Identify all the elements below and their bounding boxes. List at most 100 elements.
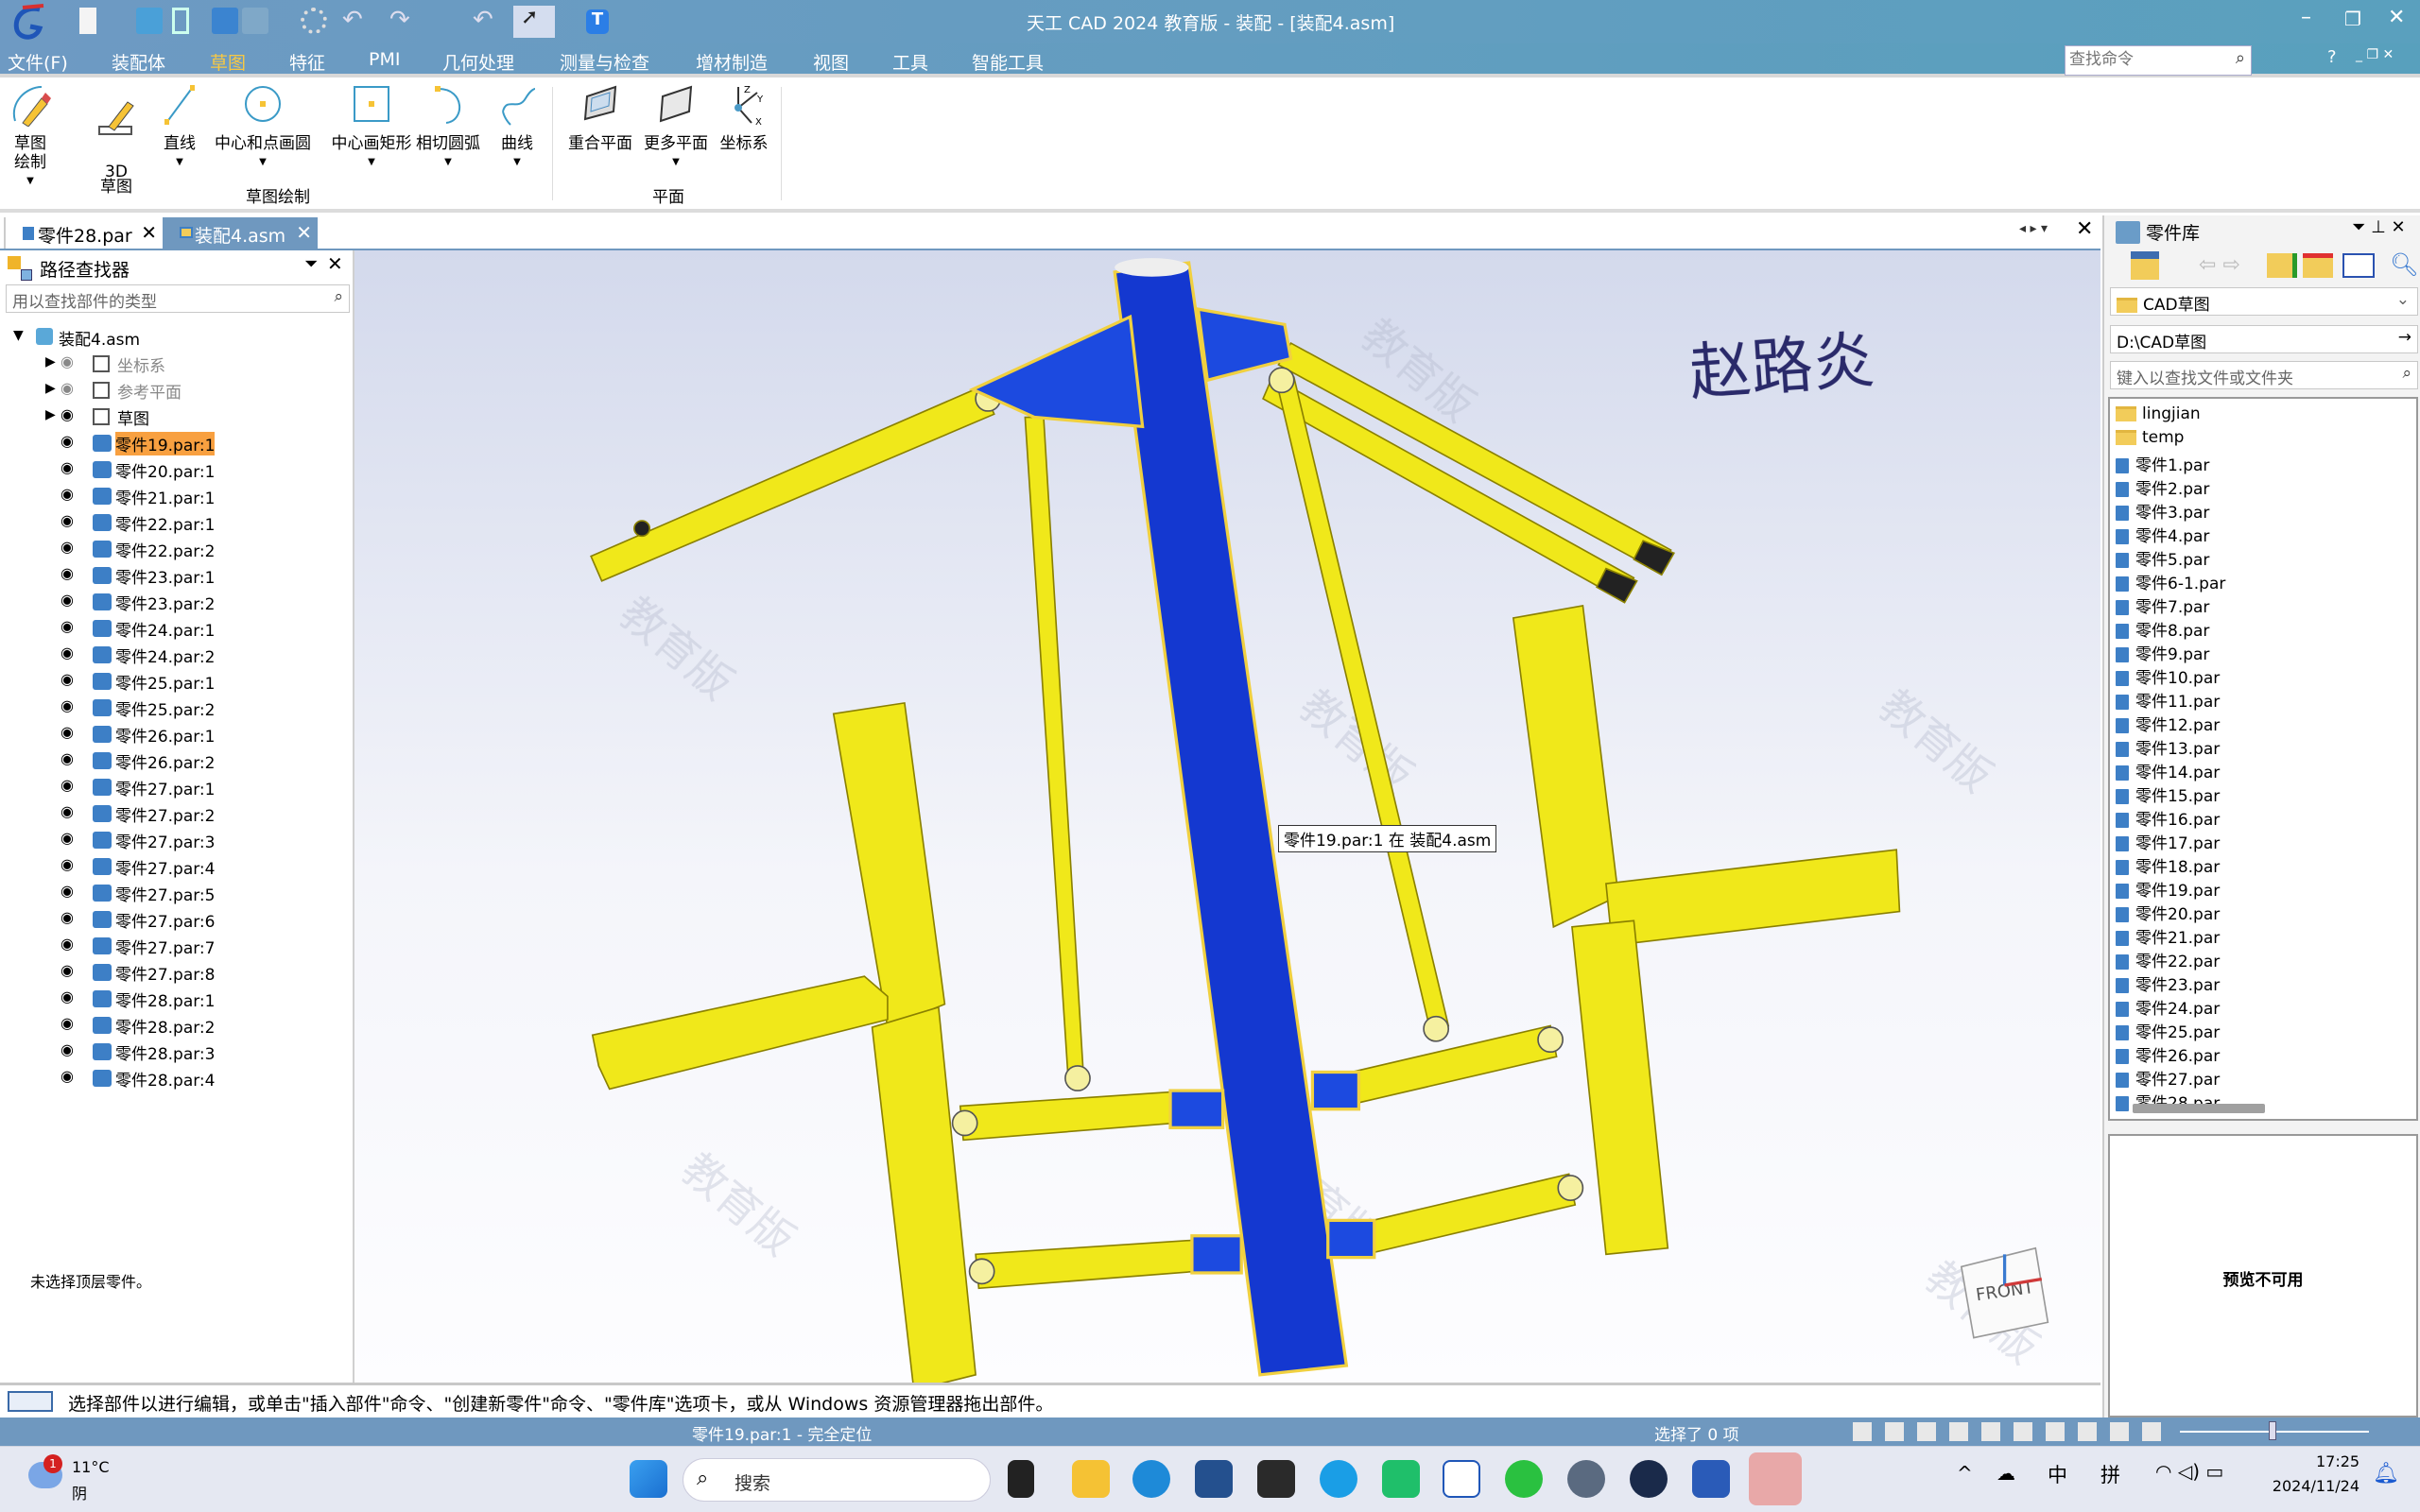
search-icon[interactable]: 🔍︎	[2390, 251, 2418, 278]
panel-options-icon[interactable]: ⏷ ⊥ ✕	[2352, 217, 2406, 237]
path-input[interactable]: D:\CAD草图 →	[2110, 325, 2418, 353]
search-icon[interactable]: ⌕	[334, 287, 343, 306]
library-file-item[interactable]: 零件10.par	[2116, 664, 2220, 688]
eye-icon[interactable]: ◉	[60, 935, 74, 953]
menu-geometry[interactable]: 几何处理	[442, 49, 514, 75]
library-file-item[interactable]: 零件5.par	[2116, 546, 2209, 570]
eye-icon[interactable]: ◉	[60, 1040, 74, 1058]
taskview-app-icon[interactable]	[1008, 1460, 1034, 1498]
app-icon[interactable]	[1257, 1460, 1295, 1498]
center-rectangle-button[interactable]: 中心画矩形 ▼	[320, 83, 424, 172]
3d-viewport[interactable]: 教育版 教育版 教育版 教育版 教育版 教育版 教育版	[354, 250, 2100, 1392]
library-file-item[interactable]: 零件1.par	[2116, 452, 2209, 475]
menu-file[interactable]: 文件(F)	[8, 49, 68, 75]
clamp[interactable]	[1168, 1089, 1225, 1129]
library-file-item[interactable]: 零件17.par	[2116, 830, 2220, 853]
3d-sketch-button[interactable]: 3D 草图	[93, 83, 140, 196]
word-icon[interactable]	[1692, 1460, 1730, 1498]
back-icon[interactable]: ↶	[473, 6, 493, 34]
eye-icon[interactable]: ◉	[60, 802, 74, 820]
menu-measure[interactable]: 测量与检查	[560, 49, 649, 75]
eye-icon[interactable]: ◉	[60, 1014, 74, 1032]
view-cube[interactable]: FRONT	[1960, 1246, 2049, 1339]
minimize-button[interactable]: –	[2301, 6, 2311, 29]
select-tool-icon[interactable]: ➚	[513, 6, 555, 38]
library-file-item[interactable]: 零件14.par	[2116, 759, 2220, 782]
expand-arrow-icon[interactable]: ▶	[45, 381, 56, 396]
eye-icon[interactable]: ◉	[60, 432, 74, 450]
hidden-eye-icon[interactable]: ◉	[60, 352, 74, 370]
clock-time[interactable]: 17:25	[2316, 1452, 2360, 1470]
eye-icon[interactable]: ◉	[60, 591, 74, 609]
left-post[interactable]	[871, 1005, 977, 1392]
search-icon[interactable]: ⌕	[2402, 364, 2411, 383]
store-icon[interactable]	[1195, 1460, 1233, 1498]
horizontal-scrollbar[interactable]	[2133, 1104, 2265, 1113]
library-file-item[interactable]: 零件16.par	[2116, 806, 2220, 830]
new-file-icon[interactable]	[79, 8, 96, 34]
save-as-icon[interactable]	[242, 8, 268, 34]
bar-right-lower[interactable]	[1345, 1173, 1577, 1259]
left-arm-tube[interactable]	[590, 385, 995, 582]
right-arm-tube-upper[interactable]	[1277, 341, 1672, 574]
go-arrow-icon[interactable]: →	[2398, 328, 2411, 347]
library-file-item[interactable]: 零件27.par	[2116, 1066, 2220, 1090]
text-tool-icon[interactable]: T	[586, 9, 609, 34]
eye-icon[interactable]: ◉	[60, 564, 74, 582]
close-button[interactable]: ✕	[2388, 6, 2405, 29]
library-file-item[interactable]: 零件19.par	[2116, 877, 2220, 901]
eye-icon[interactable]: ◉	[60, 538, 74, 556]
open-icon[interactable]	[136, 8, 163, 34]
eye-icon[interactable]: ◉	[60, 696, 74, 714]
restore-button[interactable]: ❐	[2344, 8, 2361, 30]
eye-icon[interactable]: ◉	[60, 405, 74, 423]
eye-icon[interactable]: ◉	[60, 882, 74, 900]
eye-icon[interactable]: ◉	[60, 485, 74, 503]
more-planes-button[interactable]: 更多平面 ▼	[641, 83, 711, 172]
eye-icon[interactable]: ◉	[60, 776, 74, 794]
left-seat-plate[interactable]	[591, 975, 889, 1091]
start-button[interactable]	[630, 1460, 667, 1498]
wifi-volume-battery-icons[interactable]: ◠ ◁) ▭	[2155, 1460, 2223, 1483]
eye-icon[interactable]: ◉	[60, 617, 74, 635]
panel-close-icon[interactable]: ✕	[327, 252, 343, 275]
right-backrest[interactable]	[1512, 604, 1619, 929]
tiangong-cad-taskbar-icon[interactable]	[1443, 1460, 1480, 1498]
close-document-icon[interactable]: ✕	[2076, 217, 2093, 241]
right-post[interactable]	[1571, 919, 1669, 1256]
new-folder-icon[interactable]	[2303, 253, 2333, 278]
search-command-box[interactable]: ⌕	[2065, 45, 2252, 76]
collapse-arrow-icon[interactable]: ▼	[13, 328, 24, 343]
settings-gear-icon[interactable]	[301, 8, 327, 34]
library-file-item[interactable]: 零件2.par	[2116, 475, 2209, 499]
library-file-item[interactable]: 零件6-1.par	[2116, 570, 2225, 593]
ime-mode[interactable]: 中	[2048, 1460, 2067, 1488]
left-bracket-plate[interactable]	[968, 314, 1145, 429]
menu-sketch[interactable]: 草图	[210, 49, 247, 80]
eye-icon[interactable]: ◉	[60, 458, 74, 476]
zoom-slider-handle[interactable]	[2269, 1421, 2276, 1440]
eye-icon[interactable]: ◉	[60, 855, 74, 873]
library-file-item[interactable]: 零件15.par	[2116, 782, 2220, 806]
library-folder-item[interactable]: temp	[2116, 428, 2184, 451]
eye-icon[interactable]: ◉	[60, 908, 74, 926]
onedrive-icon[interactable]: ☁	[1996, 1462, 2015, 1485]
eye-icon[interactable]: ◉	[60, 670, 74, 688]
eye-icon[interactable]: ◉	[60, 988, 74, 1005]
folder-dropdown[interactable]: CAD草图 ⌄	[2110, 287, 2418, 316]
qq-icon[interactable]	[1749, 1452, 1802, 1505]
tangent-arc-button[interactable]: 相切圆弧 ▼	[412, 83, 484, 172]
app-icon[interactable]	[1320, 1460, 1357, 1498]
coincident-plane-button[interactable]: 重合平面	[565, 83, 635, 153]
library-file-item[interactable]: 零件26.par	[2116, 1042, 2220, 1066]
library-file-item[interactable]: 零件23.par	[2116, 971, 2220, 995]
tray-overflow-icon[interactable]: ^	[1957, 1462, 1973, 1485]
up-folder-icon[interactable]	[2267, 253, 2297, 278]
part-type-search-input[interactable]: 用以查找部件的类型 ⌕	[6, 284, 350, 313]
ime-pinyin[interactable]: 拼	[2100, 1460, 2120, 1488]
back-arrow-icon[interactable]: ⇦ ⇨	[2199, 253, 2240, 277]
tab-scroll-arrows[interactable]: ◂ ▸ ▾	[2019, 221, 2048, 236]
menu-view[interactable]: 视图	[813, 49, 849, 75]
file-explorer-icon[interactable]	[1072, 1460, 1110, 1498]
library-file-item[interactable]: 零件4.par	[2116, 523, 2209, 546]
